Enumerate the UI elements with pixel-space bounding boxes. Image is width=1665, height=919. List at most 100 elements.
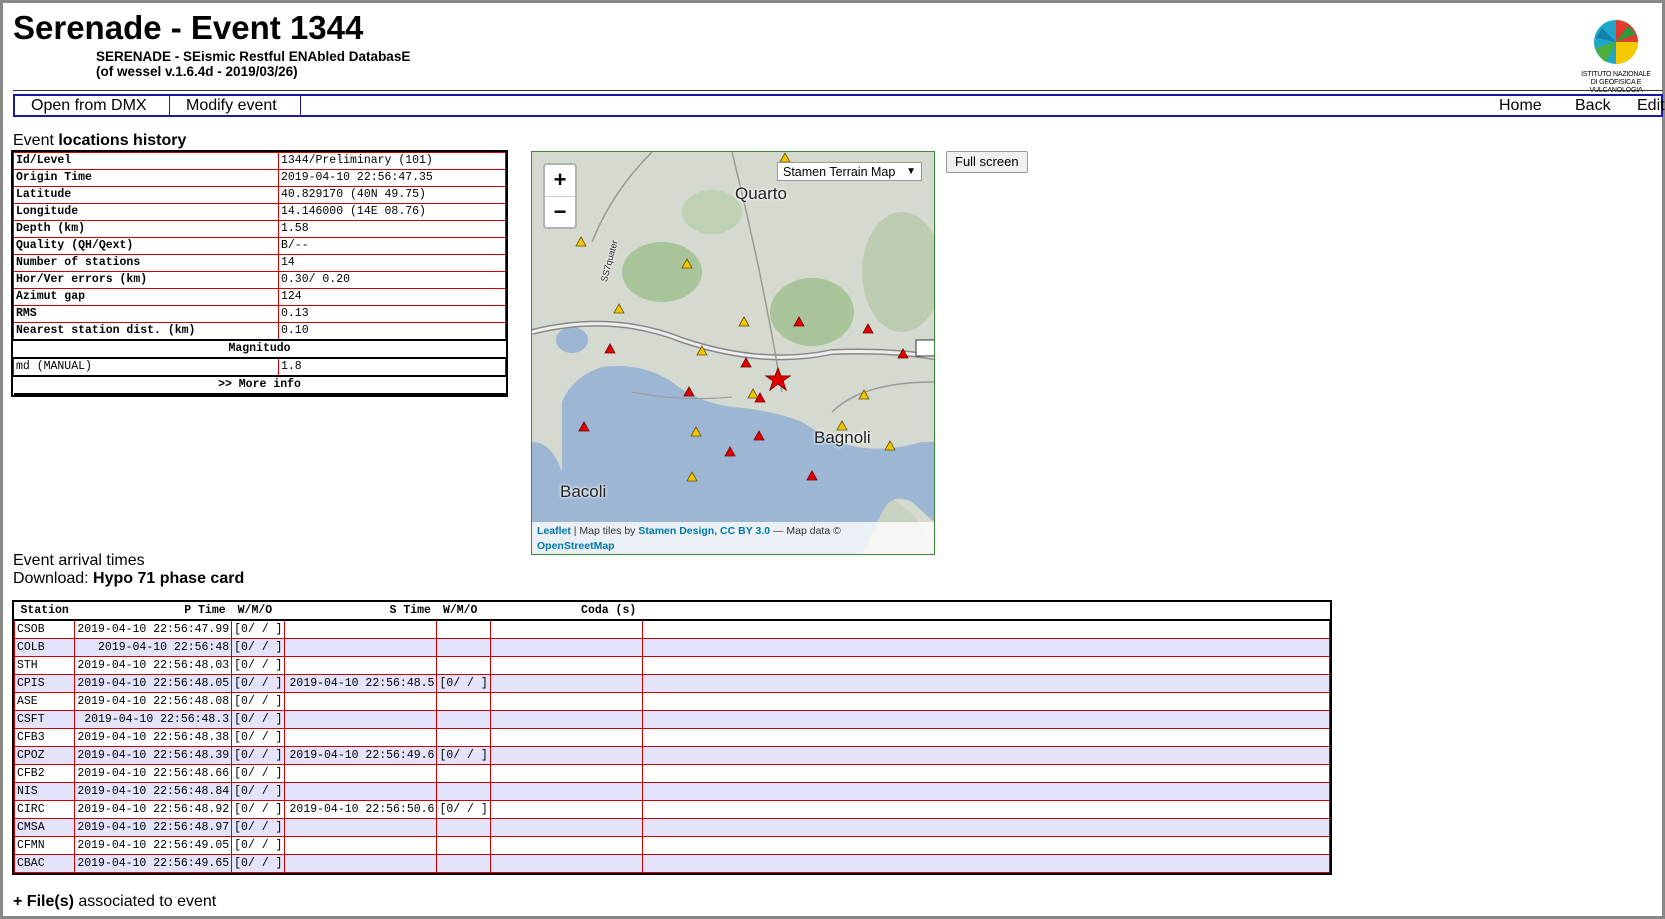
place-label: Bacoli	[560, 482, 607, 501]
page-title: Serenade - Event 1344	[13, 9, 364, 46]
info-value: B/--	[278, 237, 506, 255]
stamen-link[interactable]: Stamen Design, CC BY 3.0	[638, 525, 770, 537]
s-wmo-cell	[436, 638, 491, 657]
files-toggle[interactable]: + File(s) associated to event	[13, 893, 216, 911]
files-suffix: associated to event	[73, 893, 217, 910]
p-time-cell: 2019-04-10 22:56:48	[74, 638, 233, 657]
arrival-row: CIRC 2019-04-10 22:56:48.92 [0/ / ] 2019-04…	[13, 800, 1331, 819]
info-value: 0.30/ 0.20	[278, 271, 506, 289]
info-row: Nearest station dist. (km) 0.10	[13, 322, 506, 341]
coda-cell	[489, 728, 643, 747]
coda-cell	[489, 638, 643, 657]
open-from-dmx-link[interactable]: Open from DMX	[31, 96, 147, 115]
leaflet-link[interactable]: Leaflet	[537, 525, 571, 537]
arrivals-table: Station P Time W/M/O S Time W/M/O Coda (…	[12, 600, 1332, 875]
hypo71-download-link[interactable]: Hypo 71 phase card	[93, 570, 244, 587]
arrivals-title: Event arrival times	[13, 552, 145, 569]
col-filler	[642, 602, 1330, 621]
filler-cell	[641, 782, 1331, 801]
col-p-time: P Time	[74, 602, 232, 621]
attribution-text: | Map tiles by	[570, 525, 639, 537]
filler-cell	[641, 710, 1331, 729]
col-station: Station	[14, 602, 75, 621]
coda-cell	[489, 656, 643, 675]
more-info-row: >> More info	[13, 375, 506, 395]
station-cell: CFB2	[13, 764, 76, 783]
modify-event-link[interactable]: Modify event	[186, 96, 277, 115]
p-time-cell: 2019-04-10 22:56:48.97	[74, 818, 233, 837]
info-label: RMS	[13, 305, 279, 323]
p-wmo-cell: [0/ / ]	[231, 818, 286, 837]
s-time-cell	[284, 728, 438, 747]
p-time-cell: 2019-04-10 22:56:48.39	[74, 746, 233, 765]
info-value: 0.10	[278, 322, 506, 341]
filler-cell	[641, 764, 1331, 783]
p-wmo-cell: [0/ / ]	[231, 800, 286, 819]
home-link[interactable]: Home	[1499, 96, 1542, 115]
arrival-row: CSFT 2019-04-10 22:56:48.3 [0/ / ]	[13, 710, 1331, 729]
locations-heading: Event locations history	[13, 132, 186, 150]
info-label: Nearest station dist. (km)	[13, 322, 279, 341]
menu-divider	[169, 96, 170, 115]
arrival-row: CSOB 2019-04-10 22:56:47.99 [0/ / ]	[13, 619, 1331, 639]
zoom-out-button[interactable]: −	[545, 197, 575, 228]
s-wmo-cell	[436, 854, 491, 873]
info-row: RMS 0.13	[13, 305, 506, 323]
filler-cell	[641, 619, 1331, 639]
filler-cell	[641, 728, 1331, 747]
coda-cell	[489, 746, 643, 765]
event-map[interactable]: Quarto Bagnoli Bacoli SS7quater + − Stam…	[531, 151, 935, 555]
editor-link[interactable]: Editor	[1637, 96, 1665, 115]
p-wmo-cell: [0/ / ]	[231, 728, 286, 747]
arrival-row: CPOZ 2019-04-10 22:56:48.39 [0/ / ] 2019-04…	[13, 746, 1331, 765]
p-time-cell: 2019-04-10 22:56:48.08	[74, 692, 233, 711]
s-time-cell	[284, 619, 438, 639]
s-wmo-cell	[436, 619, 491, 639]
logo-caption: DI GEOFISICA E VULCANOLOGIA	[1589, 79, 1643, 94]
download-prefix: Download:	[13, 570, 94, 587]
layer-select-value: Stamen Terrain Map	[783, 165, 896, 179]
more-info-link[interactable]: >> More info	[13, 375, 506, 395]
col-s-time: S Time	[284, 602, 437, 621]
info-row: Quality (QH/Qext) B/--	[13, 237, 506, 255]
filler-cell	[641, 854, 1331, 873]
info-value: 40.829170 (40N 49.75)	[278, 186, 506, 204]
arrival-row: COLB 2019-04-10 22:56:48 [0/ / ]	[13, 638, 1331, 657]
back-link[interactable]: Back	[1575, 96, 1611, 115]
s-wmo-cell	[436, 764, 491, 783]
filler-cell	[641, 638, 1331, 657]
info-row: Number of stations 14	[13, 254, 506, 272]
station-cell: CBAC	[13, 854, 76, 873]
p-time-cell: 2019-04-10 22:56:48.05	[74, 674, 233, 693]
coda-cell	[489, 692, 643, 711]
p-time-cell: 2019-04-10 22:56:48.66	[74, 764, 233, 783]
layer-select[interactable]: Stamen Terrain Map ▼	[777, 162, 922, 181]
info-label: Depth (km)	[13, 220, 279, 238]
chevron-down-icon: ▼	[906, 166, 916, 177]
p-time-cell: 2019-04-10 22:56:48.03	[74, 656, 233, 675]
filler-cell	[641, 836, 1331, 855]
p-time-cell: 2019-04-10 22:56:48.38	[74, 728, 233, 747]
s-wmo-cell: [0/ / ]	[436, 800, 491, 819]
ingv-logo: ISTITUTO NAZIONALE DI GEOFISICA E VULCAN…	[1571, 18, 1661, 95]
map-attribution: Leaflet | Map tiles by Stamen Design, CC…	[532, 522, 934, 554]
s-wmo-cell	[436, 710, 491, 729]
station-cell: CPOZ	[13, 746, 76, 765]
heading-prefix: Event	[13, 132, 59, 149]
magnitude-label: md (MANUAL)	[13, 357, 279, 377]
coda-cell	[489, 619, 643, 639]
s-time-cell	[284, 836, 438, 855]
info-label: Longitude	[13, 203, 279, 221]
filler-cell	[641, 800, 1331, 819]
place-label: Quarto	[735, 184, 787, 203]
col-p-wmo: W/M/O	[231, 602, 285, 621]
place-label: Bagnoli	[814, 428, 871, 447]
osm-link[interactable]: OpenStreetMap	[537, 540, 615, 552]
arrivals-heading: Event arrival times Download: Hypo 71 ph…	[13, 552, 244, 588]
p-wmo-cell: [0/ / ]	[231, 746, 286, 765]
coda-cell	[489, 674, 643, 693]
s-wmo-cell	[436, 692, 491, 711]
info-label: Azimut gap	[13, 288, 279, 306]
zoom-in-button[interactable]: +	[545, 165, 575, 197]
full-screen-button[interactable]: Full screen	[946, 151, 1028, 173]
